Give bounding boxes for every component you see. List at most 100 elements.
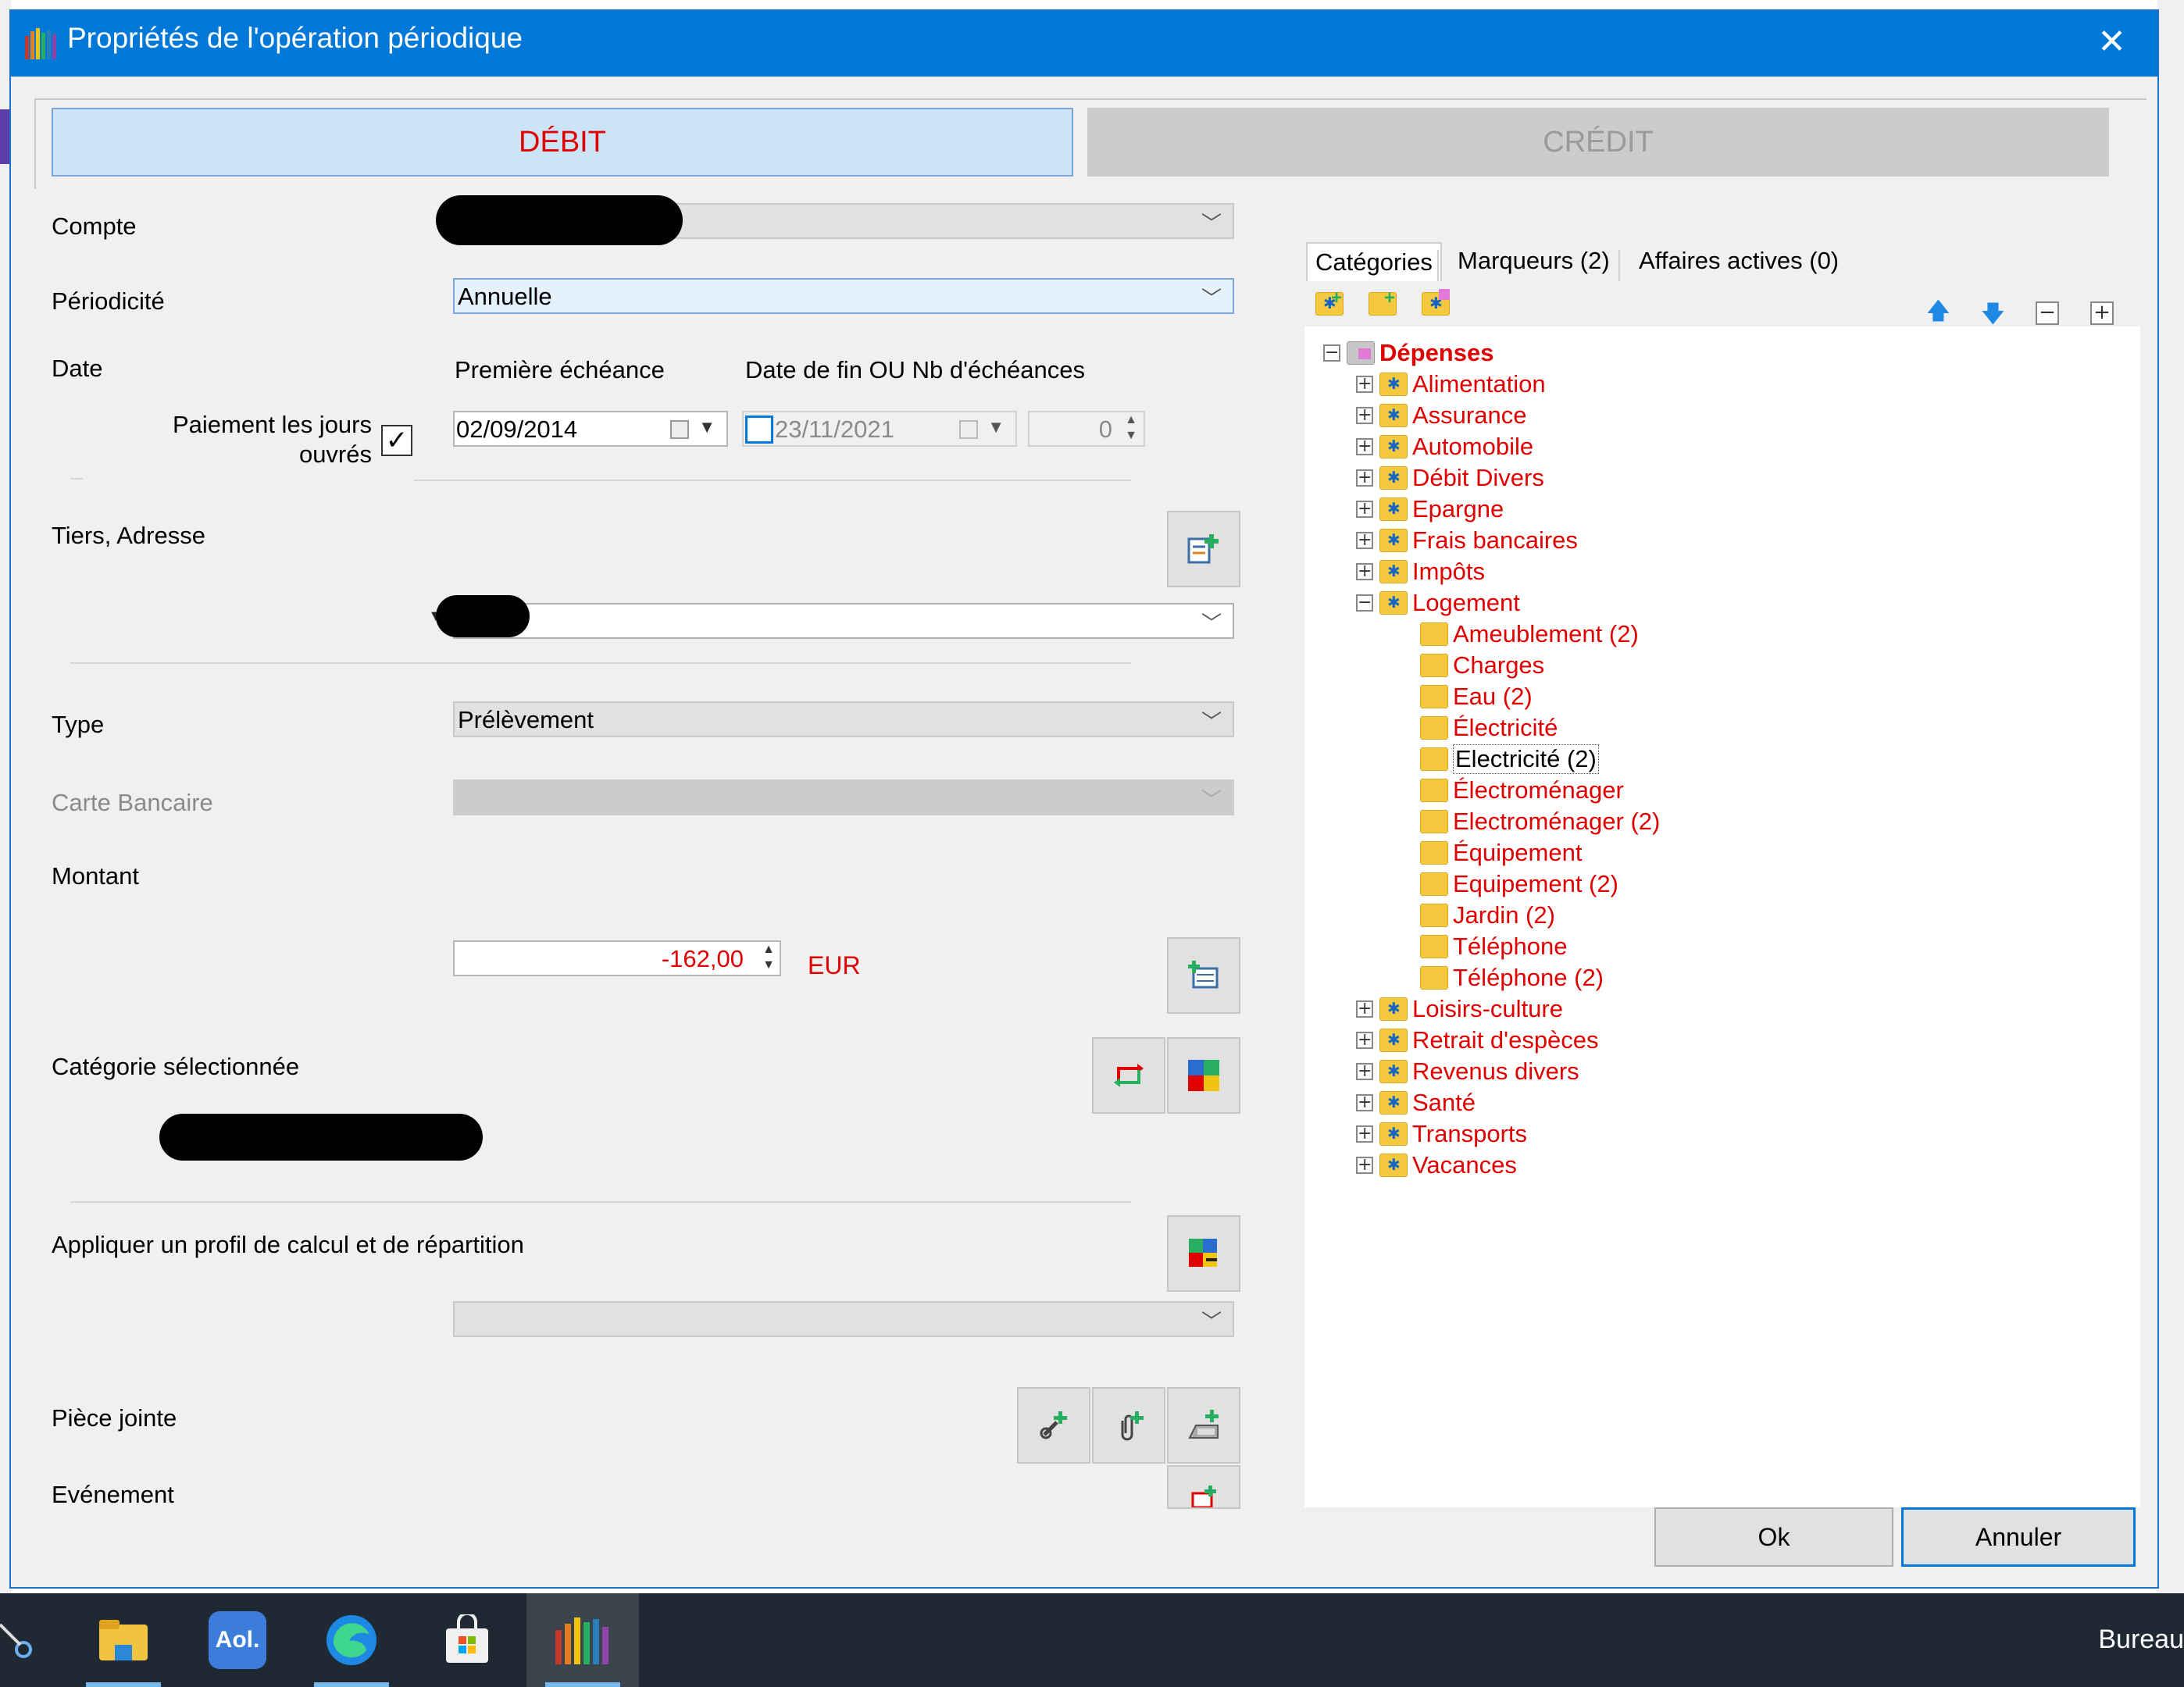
date-fin-checkbox[interactable] (745, 416, 773, 444)
calculator-button[interactable] (1167, 937, 1240, 1014)
tree-node-impots[interactable]: + ✱ Impôts (1356, 556, 1485, 587)
taskbar-store[interactable] (420, 1593, 514, 1687)
tree-leaf[interactable]: Jardin (2) (1420, 900, 1555, 931)
ok-button[interactable]: Ok (1654, 1507, 1893, 1567)
expand-icon[interactable]: + (1356, 563, 1373, 580)
tree-leaf[interactable]: Electroménager (2) (1420, 806, 1660, 837)
collapse-icon[interactable]: − (1323, 344, 1340, 362)
background-app-right (2157, 0, 2184, 1593)
compte-label: Compte (52, 212, 137, 240)
tree-leaf[interactable]: Charges (1420, 650, 1544, 681)
expand-icon[interactable]: + (1356, 1032, 1373, 1049)
add-attachment-button[interactable] (1092, 1387, 1165, 1464)
cancel-button[interactable]: Annuler (1901, 1507, 2136, 1567)
desktop-label[interactable]: Bureau (2098, 1625, 2184, 1655)
tree-node-transports[interactable]: + ✱ Transports (1356, 1118, 1527, 1150)
spin-arrows-icon[interactable]: ▲ ▼ (762, 942, 775, 973)
expand-icon[interactable]: + (1356, 1157, 1373, 1174)
tree-root[interactable]: − Dépenses (1323, 337, 1493, 369)
new-category-icon[interactable]: ✱ + (1315, 287, 1347, 322)
tree-leaf[interactable]: Électricité (1420, 712, 1558, 744)
expand-icon[interactable]: + (1356, 532, 1373, 549)
dropdown-arrow-icon[interactable]: ▼ (698, 417, 716, 437)
expand-icon[interactable]: + (1356, 376, 1373, 393)
expand-icon[interactable]: + (1356, 438, 1373, 455)
add-link-button[interactable] (1017, 1387, 1090, 1464)
tree-node-revenus[interactable]: + ✱ Revenus divers (1356, 1056, 1579, 1087)
tree-leaf[interactable]: Électroménager (1420, 775, 1624, 806)
expand-icon[interactable]: + (1356, 1063, 1373, 1080)
taskbar-money-app[interactable] (526, 1593, 639, 1687)
tree-node-debit-divers[interactable]: + ✱ Débit Divers (1356, 462, 1544, 494)
paiement-checkbox[interactable]: ✓ (381, 425, 412, 456)
tab-marqueurs[interactable]: Marqueurs (2) (1450, 242, 1618, 280)
taskbar-snipping-tool[interactable] (0, 1593, 62, 1687)
redacted-account (436, 195, 683, 245)
expand-icon[interactable]: + (1356, 501, 1373, 518)
debit-button[interactable]: DÉBIT (52, 108, 1073, 177)
expand-icon[interactable]: + (1356, 1125, 1373, 1143)
category-folder-icon: ✱ (1379, 1029, 1408, 1052)
split-category-button[interactable] (1167, 1037, 1240, 1114)
tree-node-retrait[interactable]: + ✱ Retrait d'espèces (1356, 1025, 1599, 1056)
new-tiers-button[interactable] (1167, 511, 1240, 587)
expand-icon[interactable]: + (1356, 1094, 1373, 1111)
category-folder-icon: ✱ (1379, 1060, 1408, 1083)
piece-label: Pièce jointe (52, 1404, 177, 1432)
montant-spinner[interactable]: -162,00 ▲ ▼ (453, 940, 781, 976)
calendar-icon[interactable] (670, 420, 689, 439)
add-event-button[interactable] (1167, 1465, 1240, 1509)
profil-select[interactable]: ﹀ (453, 1301, 1234, 1337)
type-label: Type (52, 711, 105, 738)
tiers-select[interactable]: ﹀ (453, 603, 1234, 639)
tree-leaf[interactable]: Equipement (2) (1420, 868, 1618, 900)
tree-node-alimentation[interactable]: + ✱ Alimentation (1356, 369, 1546, 400)
scan-attachment-button[interactable] (1167, 1387, 1240, 1464)
calendar-icon[interactable] (959, 420, 978, 439)
collapse-all-icon[interactable]: − (2036, 301, 2059, 325)
expand-icon[interactable]: + (1356, 469, 1373, 487)
nb-echeances-spinner[interactable]: 0 ▲ ▼ (1028, 411, 1145, 447)
category-folder-icon: ✱ (1379, 1091, 1408, 1115)
folder-icon (1420, 747, 1448, 771)
tree-leaf[interactable]: Téléphone (2) (1420, 962, 1604, 993)
taskbar-aol[interactable]: Aol. (191, 1593, 284, 1687)
new-subfolder-icon[interactable]: + (1369, 287, 1400, 322)
expand-icon[interactable]: + (1356, 407, 1373, 424)
tree-leaf[interactable]: Équipement (1420, 837, 1582, 868)
tree-node-epargne[interactable]: + ✱ Epargne (1356, 494, 1504, 525)
profile-button[interactable] (1167, 1215, 1240, 1292)
expand-all-icon[interactable]: + (2090, 301, 2114, 325)
taskbar-file-explorer[interactable] (77, 1593, 170, 1687)
spin-arrows-icon[interactable]: ▲ ▼ (1125, 412, 1137, 444)
credit-button[interactable]: CRÉDIT (1087, 108, 2109, 177)
tree-leaf[interactable]: Ameublement (2) (1420, 619, 1639, 650)
tree-node-automobile[interactable]: + ✱ Automobile (1356, 431, 1533, 462)
tree-node-sante[interactable]: + ✱ Santé (1356, 1087, 1476, 1118)
premiere-echeance-picker[interactable]: 02/09/2014 ▼ (453, 411, 728, 447)
collapse-icon[interactable]: − (1356, 594, 1373, 612)
type-select[interactable]: Prélèvement ﹀ (453, 701, 1234, 737)
date-fin-picker[interactable]: 23/11/2021 ▼ (742, 411, 1017, 447)
tree-node-loisirs[interactable]: + ✱ Loisirs-culture (1356, 993, 1563, 1025)
tree-node-assurance[interactable]: + ✱ Assurance (1356, 400, 1526, 431)
expand-icon[interactable]: + (1356, 1000, 1373, 1018)
tree-leaf[interactable]: Eau (2) (1420, 681, 1533, 712)
montant-value: -162,00 (661, 945, 744, 972)
tree-node-logement[interactable]: − ✱ Logement (1356, 587, 1520, 619)
periodicite-select[interactable]: Annuelle ﹀ (453, 278, 1234, 314)
tree-node-vacances[interactable]: + ✱ Vacances (1356, 1150, 1517, 1181)
taskbar-edge[interactable] (305, 1593, 398, 1687)
tree-leaf-selected[interactable]: Electricité (2) (1420, 744, 1599, 775)
carte-select[interactable]: ﹀ (453, 779, 1234, 815)
swap-category-button[interactable] (1092, 1037, 1165, 1114)
folder-icon (1420, 935, 1448, 958)
edit-category-icon[interactable]: ✱ (1422, 289, 1453, 322)
tab-affaires[interactable]: Affaires actives (0) (1631, 242, 1847, 280)
tree-node-frais-bancaires[interactable]: + ✱ Frais bancaires (1356, 525, 1578, 556)
dropdown-arrow-icon[interactable]: ▼ (987, 417, 1005, 437)
dialog-window: Propriétés de l'opération périodique ✕ D… (9, 9, 2159, 1589)
tab-categories[interactable]: Catégories (1306, 242, 1442, 281)
close-icon[interactable]: ✕ (2097, 19, 2126, 66)
tree-leaf[interactable]: Téléphone (1420, 931, 1568, 962)
